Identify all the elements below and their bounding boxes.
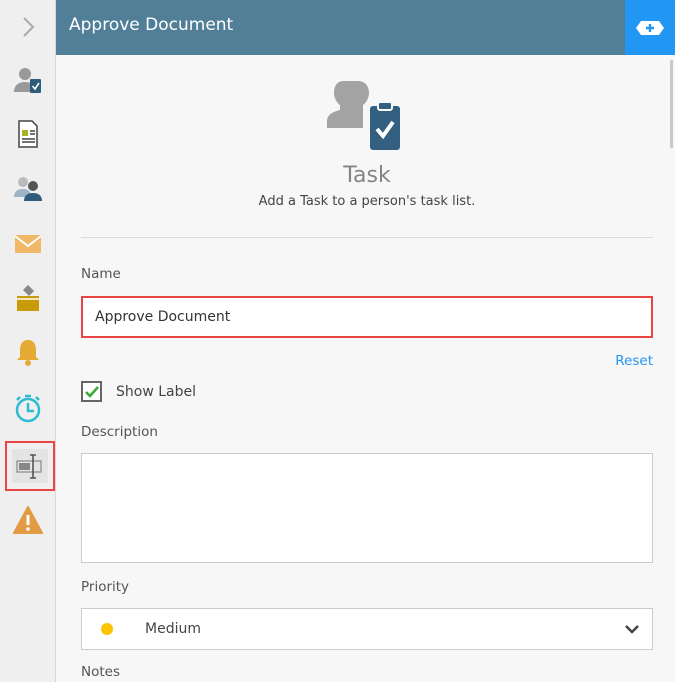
chevron-right-icon — [23, 17, 35, 37]
name-label: Name — [81, 266, 121, 282]
task-icon — [14, 68, 41, 93]
show-label-checkbox[interactable] — [81, 381, 102, 402]
toolbox-form[interactable] — [5, 111, 51, 157]
description-label: Description — [81, 424, 158, 440]
checkmark-icon — [84, 385, 99, 398]
toolbox-sidebar — [0, 0, 56, 682]
priority-label: Priority — [81, 579, 130, 595]
properties-panel: Task Add a Task to a person's task list.… — [81, 55, 653, 680]
toolbox-task[interactable] — [5, 57, 51, 103]
name-input[interactable]: Approve Document — [81, 296, 653, 338]
plus-badge-icon — [636, 20, 664, 35]
description-textarea[interactable] — [81, 453, 653, 563]
activity-type-description: Add a Task to a person's task list. — [258, 194, 476, 209]
timer-icon — [15, 394, 41, 423]
text-field-icon — [16, 454, 42, 479]
toolbox-email[interactable] — [5, 221, 51, 267]
priority-color-dot — [101, 623, 113, 635]
panel-title: Approve Document — [69, 15, 234, 35]
notes-label: Notes — [81, 664, 120, 680]
toolbox-notification[interactable] — [5, 329, 51, 375]
warning-icon — [13, 506, 43, 534]
divider — [81, 237, 653, 238]
priority-select[interactable]: Medium — [81, 608, 653, 650]
reset-link[interactable]: Reset — [81, 353, 653, 369]
toolbox-timer[interactable] — [5, 385, 51, 431]
users-icon — [14, 177, 42, 201]
toolbox-assign[interactable] — [5, 165, 51, 211]
show-label-text: Show Label — [116, 383, 196, 400]
bell-icon — [17, 340, 39, 366]
priority-value: Medium — [145, 621, 201, 637]
panel-header: Approve Document — [56, 0, 675, 55]
chevron-down-icon — [625, 625, 639, 634]
task-icon — [327, 81, 400, 150]
scrollbar[interactable] — [670, 60, 673, 148]
toolbox-exception[interactable] — [5, 497, 51, 543]
email-icon — [14, 235, 42, 253]
activity-type-title: Task — [343, 163, 391, 188]
ballot-box-icon — [17, 285, 39, 311]
toolbox-data-label[interactable] — [5, 441, 55, 491]
toolbox-ballot[interactable] — [5, 275, 51, 321]
add-button[interactable] — [625, 0, 675, 55]
document-icon — [18, 120, 38, 148]
expand-sidebar-button[interactable] — [5, 4, 51, 50]
